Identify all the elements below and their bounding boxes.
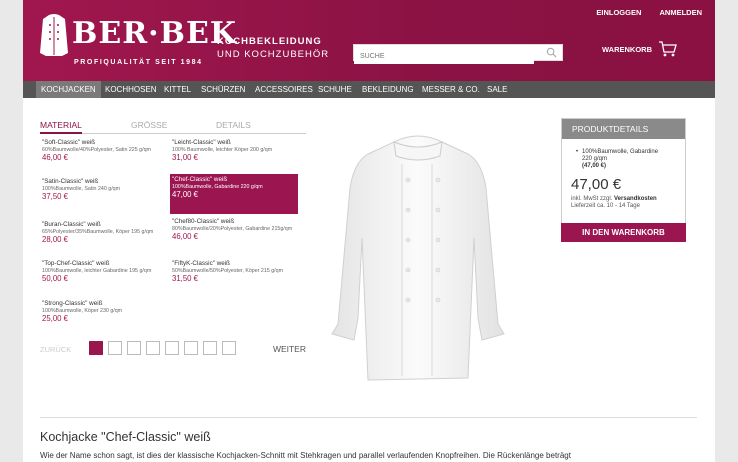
tagline: KOCHBEKLEIDUNG UND KOCHZUBEHÖR	[217, 35, 329, 61]
product-price: 46,00 €	[42, 152, 69, 162]
search-input[interactable]	[354, 49, 534, 64]
product-name: "Satin-Classic" weiß	[42, 178, 99, 185]
nav-item-bekleidung[interactable]: BEKLEIDUNG	[357, 81, 419, 98]
detail-line-1: 100%Baumwolle, Gabardine	[582, 149, 659, 155]
filter-tabs: MATERIAL GRÖSSE DETAILS	[40, 120, 306, 134]
page-dot-2[interactable]	[108, 341, 122, 355]
chef-jacket-logo-icon[interactable]	[39, 13, 69, 57]
product-price: 47,00 €	[172, 189, 199, 199]
search-box	[353, 44, 563, 64]
product-price: 37,50 €	[42, 191, 69, 201]
product-item-top-chef-classic[interactable]: "Top-Chef-Classic" weiß 100%Baumwolle, l…	[40, 258, 168, 299]
product-item-chef-classic[interactable]: "Chef-Classic" weiß 100%Baumwolle, Gabar…	[170, 174, 298, 214]
add-to-cart-button[interactable]: IN DEN WARENKORB	[561, 223, 686, 242]
product-name: "Top-Chef-Classic" weiß	[42, 260, 110, 267]
pager-back-link[interactable]: ZURÜCK	[40, 345, 71, 354]
cart-link[interactable]: WARENKORB	[602, 45, 652, 54]
product-details-list: 100%Baumwolle, Gabardine 220 g/qm (47,00…	[562, 139, 685, 170]
tax-text: inkl. MwSt zzgl.	[571, 196, 613, 202]
delivery-time: Lieferzeit ca. 10 - 14 Tage	[571, 203, 640, 209]
account-links: EINLOGGEN ANMELDEN	[580, 8, 702, 17]
product-price: 50,00 €	[42, 273, 69, 283]
nav-item-sale[interactable]: SALE	[482, 81, 512, 98]
product-title: Kochjacke "Chef-Classic" weiß	[40, 430, 211, 444]
pager-next-link[interactable]: WEITER	[273, 344, 306, 354]
page-dot-6[interactable]	[184, 341, 198, 355]
tagline-line-1: KOCHBEKLEIDUNG	[217, 36, 322, 47]
search-icon[interactable]	[546, 47, 557, 58]
product-desc: 100%Baumwolle, leichter Gabardine 195 g/…	[42, 267, 152, 274]
detail-line-2: 220 g/qm	[582, 156, 608, 162]
product-price: 31,00 €	[172, 152, 199, 162]
pagination: ZURÜCK WEITER	[40, 341, 306, 357]
nav-item-accessoires[interactable]: ACCESSOIRES	[250, 81, 318, 98]
product-name: "Soft-Classic" weiß	[42, 139, 96, 146]
tax-info: inkl. MwSt zzgl. Versandkosten Lieferzei…	[562, 196, 685, 210]
product-price: 46,00 €	[172, 231, 199, 241]
nav-item-kochjacken[interactable]: KOCHJACKEN	[36, 81, 101, 98]
page-dot-3[interactable]	[127, 341, 141, 355]
product-desc: 65%Polyester/35%Baumwolle, Köper 195 g/q…	[42, 228, 154, 235]
page-dot-1[interactable]	[89, 341, 103, 355]
product-name: "Buran-Classic" weiß	[42, 221, 101, 228]
nav-item-schuerzen[interactable]: SCHÜRZEN	[196, 81, 250, 98]
page: BER·BEK PROFIQUALITÄT SEIT 1984 KOCHBEKL…	[23, 0, 715, 462]
nav-item-messer[interactable]: MESSER & CO.	[417, 81, 485, 98]
page-dot-7[interactable]	[203, 341, 217, 355]
product-detail-material: 100%Baumwolle, Gabardine 220 g/qm (47,00…	[576, 149, 685, 170]
product-item-fiftyk-classic[interactable]: "FiftyK-Classic" weiß 50%Baumwolle/50%Po…	[170, 258, 298, 299]
product-name: "Strong-Classic" weiß	[42, 300, 103, 307]
product-price: 28,00 €	[42, 234, 69, 244]
product-item-buran-classic[interactable]: "Buran-Classic" weiß 65%Polyester/35%Bau…	[40, 219, 168, 260]
product-desc: 80%Baumwolle/20%Polyester, Gabardine 215…	[172, 225, 293, 232]
nav-item-schuhe[interactable]: SCHUHE	[313, 81, 357, 98]
product-desc: 50%Baumwolle/50%Polyester, Köper 215 g/q…	[172, 267, 284, 274]
site-header: BER·BEK PROFIQUALITÄT SEIT 1984 KOCHBEKL…	[23, 0, 715, 81]
logo-subline: PROFIQUALITÄT SEIT 1984	[74, 59, 203, 66]
product-item-soft-classic[interactable]: "Soft-Classic" weiß 60%Baumwolle/40%Poly…	[40, 137, 168, 178]
product-item-strong-classic[interactable]: "Strong-Classic" weiß 100%Baumwolle, Köp…	[40, 298, 168, 339]
product-image-chef-jacket[interactable]	[328, 128, 508, 386]
tagline-line-2: UND KOCHZUBEHÖR	[217, 49, 330, 60]
product-price: 31,50 €	[172, 273, 199, 283]
shopping-cart-icon[interactable]	[658, 40, 678, 58]
product-price: 25,00 €	[42, 313, 69, 323]
product-price-total: 47,00 €	[571, 176, 622, 193]
product-description: Wie der Name schon sagt, ist dies der kl…	[40, 451, 571, 460]
tab-groesse[interactable]: GRÖSSE	[131, 120, 167, 130]
product-desc: 60%Baumwolle/40%Polyester, Satin 225 g/q…	[42, 146, 151, 153]
nav-item-kittel[interactable]: KITTEL	[159, 81, 196, 98]
product-name: "Chef-Classic" weiß	[172, 176, 228, 183]
product-item-leicht-classic[interactable]: "Leicht-Classic" weiß 100% Baumwolle, le…	[170, 137, 298, 178]
product-item-chef80-classic[interactable]: "Chef80-Classic" weiß 80%Baumwolle/20%Po…	[170, 216, 298, 257]
product-details-heading: PRODUKTDETAILS	[562, 119, 685, 139]
main-navigation: KOCHJACKEN KOCHHOSEN KITTEL SCHÜRZEN ACC…	[23, 81, 715, 98]
page-dot-8[interactable]	[222, 341, 236, 355]
product-name: "Leicht-Classic" weiß	[172, 139, 231, 146]
tab-details[interactable]: DETAILS	[216, 120, 251, 130]
detail-line-3: (47,00 €)	[582, 163, 607, 169]
product-item-satin-classic[interactable]: "Satin-Classic" weiß 100%Baumwolle, Sati…	[40, 176, 168, 217]
site-logo[interactable]: BER·BEK	[72, 18, 237, 50]
product-name: "Chef80-Classic" weiß	[172, 218, 235, 225]
page-dot-5[interactable]	[165, 341, 179, 355]
register-link[interactable]: ANMELDEN	[660, 8, 703, 17]
login-link[interactable]: EINLOGGEN	[596, 8, 641, 17]
tab-material[interactable]: MATERIAL	[40, 120, 82, 134]
page-dot-4[interactable]	[146, 341, 160, 355]
divider	[40, 417, 697, 418]
shipping-link[interactable]: Versandkosten	[614, 196, 657, 202]
product-name: "FiftyK-Classic" weiß	[172, 260, 230, 267]
nav-item-kochhosen[interactable]: KOCHHOSEN	[100, 81, 162, 98]
